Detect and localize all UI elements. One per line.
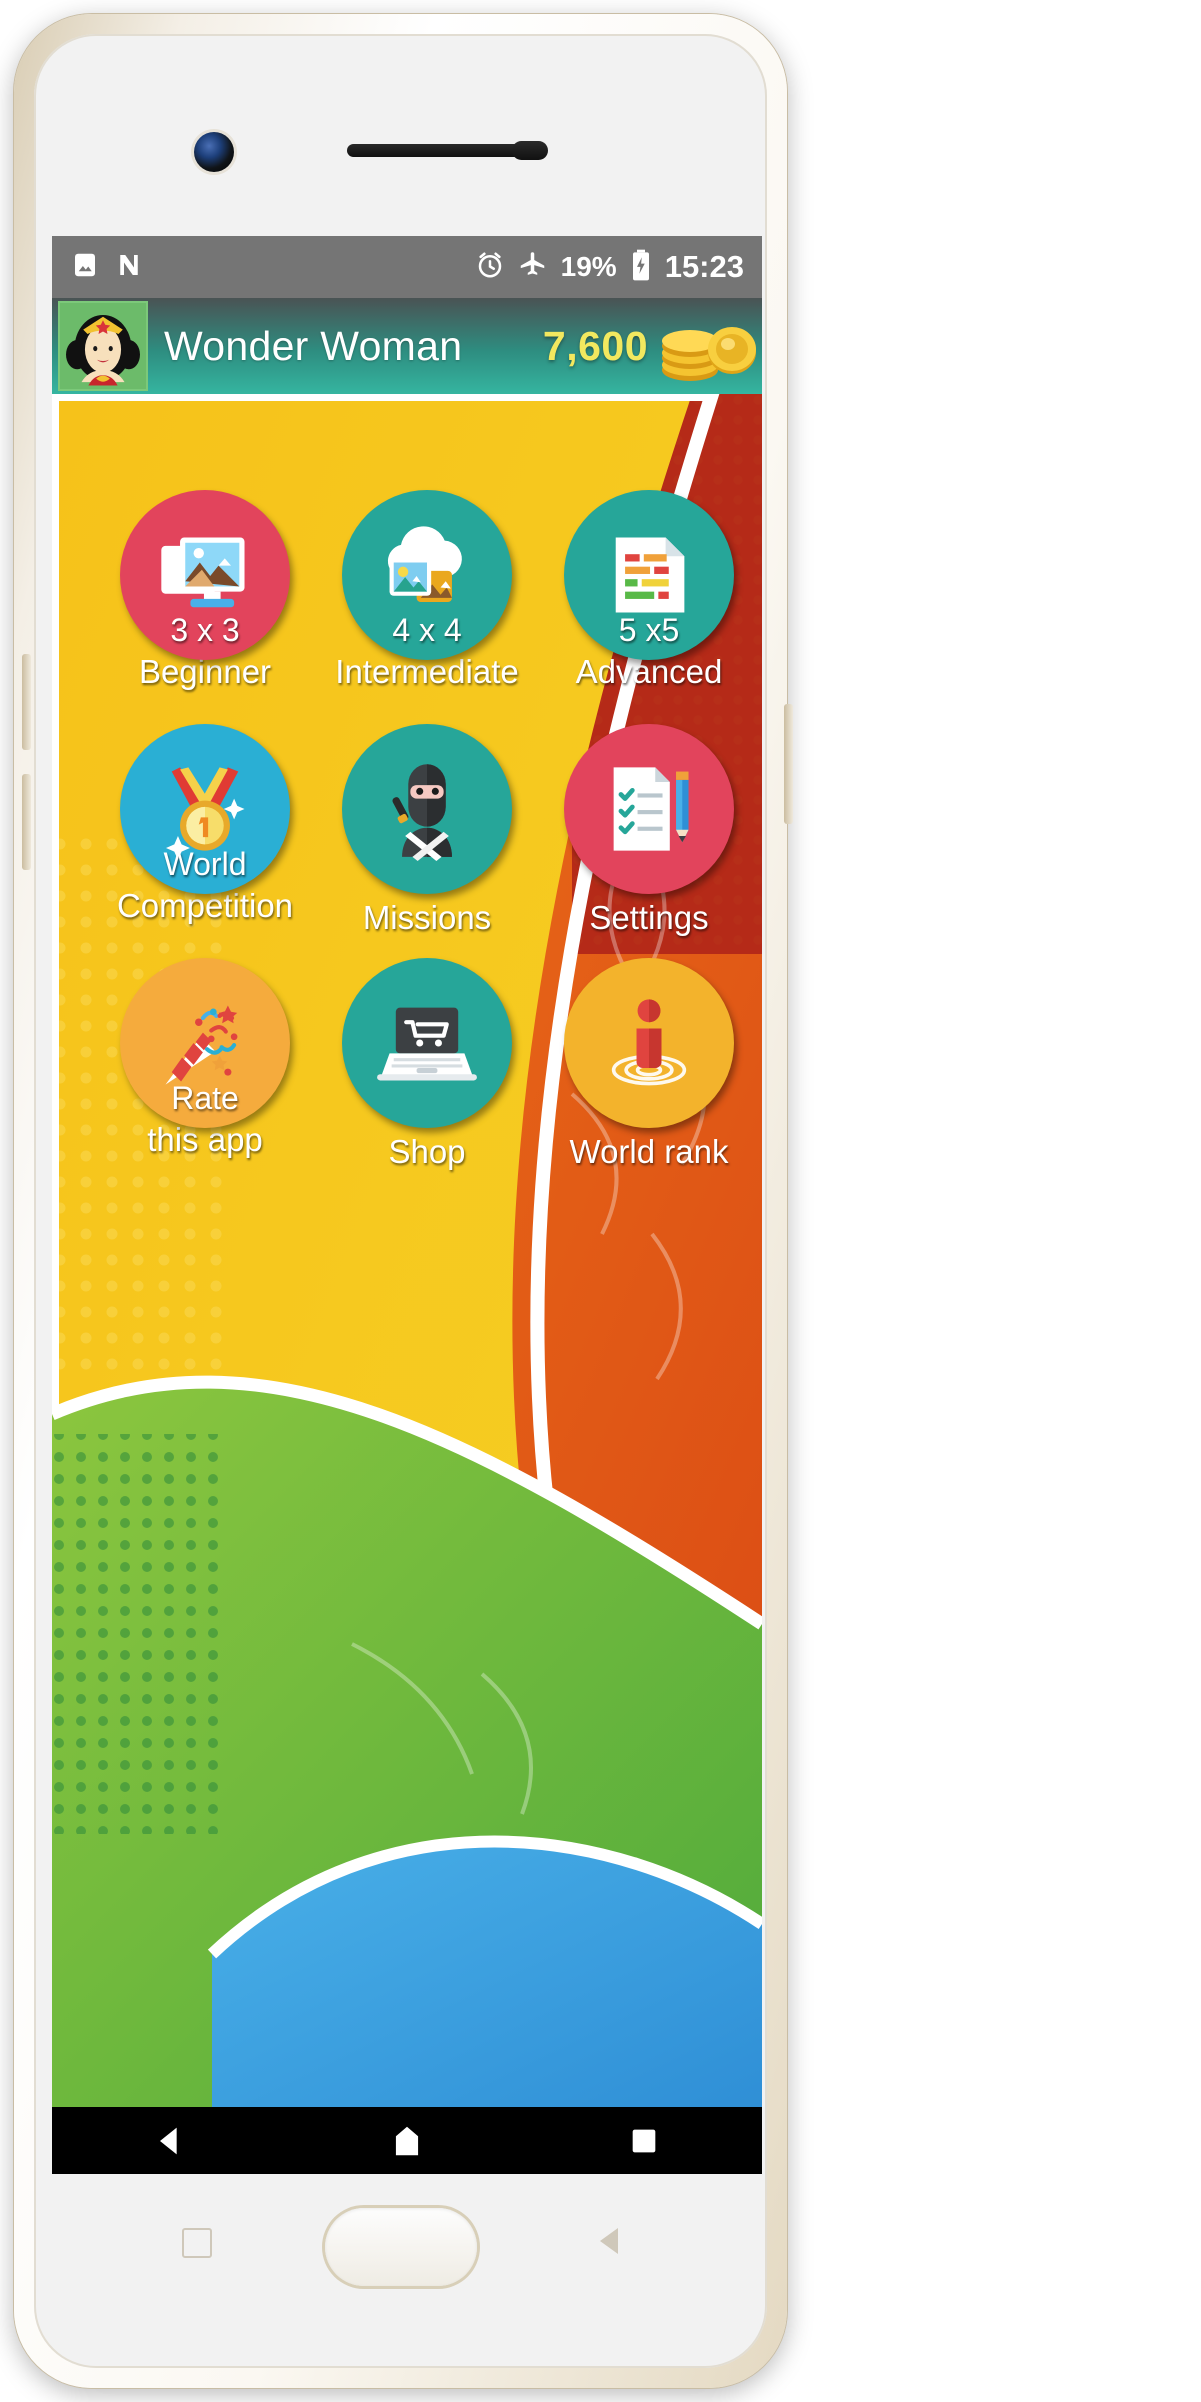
volume-down-button[interactable] bbox=[22, 774, 31, 870]
tile-sub-label: Rate bbox=[171, 1080, 239, 1116]
home-pentagon-icon[interactable] bbox=[347, 2107, 467, 2174]
power-button[interactable] bbox=[784, 704, 793, 824]
wonder-woman-avatar[interactable] bbox=[58, 301, 148, 391]
checklist-pencil-icon bbox=[597, 757, 701, 861]
tile-sub-label: World bbox=[163, 846, 247, 882]
tile-intermediate[interactable]: 4 x 4 Intermediate bbox=[324, 490, 530, 691]
image-icon bbox=[70, 250, 100, 285]
tile-label: Shop bbox=[388, 1133, 466, 1170]
player-name: Wonder Woman bbox=[164, 322, 463, 369]
tile-label: Settings bbox=[589, 899, 709, 936]
tile-label: Missions bbox=[362, 899, 492, 936]
tile-rate-this-app[interactable]: Rate this app bbox=[102, 958, 308, 1159]
tile-sub-label: 4 x 4 bbox=[392, 612, 462, 648]
tile-shop[interactable]: Shop bbox=[324, 958, 530, 1171]
phone-device-frame: 19% 15:23 Wonder Woman 7,600 3 x 3 Begin… bbox=[14, 14, 793, 2388]
physical-home-button[interactable] bbox=[325, 2208, 477, 2286]
laptop-cart-icon bbox=[375, 991, 479, 1095]
app-header: Wonder Woman 7,600 bbox=[52, 298, 762, 394]
capacitive-back-key[interactable] bbox=[600, 2228, 640, 2268]
person-target-icon bbox=[597, 991, 701, 1095]
tile-advanced[interactable]: 5 x5 Advanced bbox=[546, 490, 752, 691]
back-triangle-icon[interactable] bbox=[110, 2107, 230, 2174]
battery-percent-label: 19% bbox=[560, 251, 617, 282]
tile-missions[interactable]: Missions bbox=[324, 724, 530, 937]
n-logo-icon bbox=[114, 250, 144, 285]
menu-background: 3 x 3 Beginner 4 x 4 Intermediate 5 x5 A… bbox=[52, 394, 762, 2107]
coin-count: 7,600 bbox=[542, 322, 648, 369]
capacitive-recents-key[interactable] bbox=[182, 2228, 222, 2268]
ninja-icon bbox=[375, 757, 479, 861]
status-bar: 19% 15:23 bbox=[52, 236, 762, 298]
tile-sub-label: 3 x 3 bbox=[170, 612, 240, 648]
coin-stack-icon bbox=[656, 304, 760, 388]
android-navigation-bar bbox=[52, 2107, 762, 2174]
front-camera-icon bbox=[194, 132, 234, 172]
phone-screen: 19% 15:23 Wonder Woman 7,600 3 x 3 Begin… bbox=[52, 236, 762, 2174]
battery-charging-icon bbox=[630, 249, 652, 286]
tile-settings[interactable]: Settings bbox=[546, 724, 752, 937]
tile-sub-label: 5 x5 bbox=[618, 612, 680, 648]
menu-tile-grid: 3 x 3 Beginner 4 x 4 Intermediate 5 x5 A… bbox=[52, 394, 762, 2107]
alarm-icon bbox=[475, 250, 505, 285]
earpiece-speaker bbox=[347, 144, 527, 157]
tile-beginner[interactable]: 3 x 3 Beginner bbox=[102, 490, 308, 691]
tile-world-rank[interactable]: World rank bbox=[546, 958, 752, 1171]
tile-world-competition[interactable]: World Competition bbox=[102, 724, 308, 925]
recents-square-icon[interactable] bbox=[584, 2107, 704, 2174]
airplane-mode-icon bbox=[518, 250, 548, 285]
tile-label: World rank bbox=[569, 1133, 729, 1170]
volume-up-button[interactable] bbox=[22, 654, 31, 750]
proximity-sensor bbox=[512, 141, 548, 160]
status-bar-clock: 15:23 bbox=[664, 249, 744, 284]
